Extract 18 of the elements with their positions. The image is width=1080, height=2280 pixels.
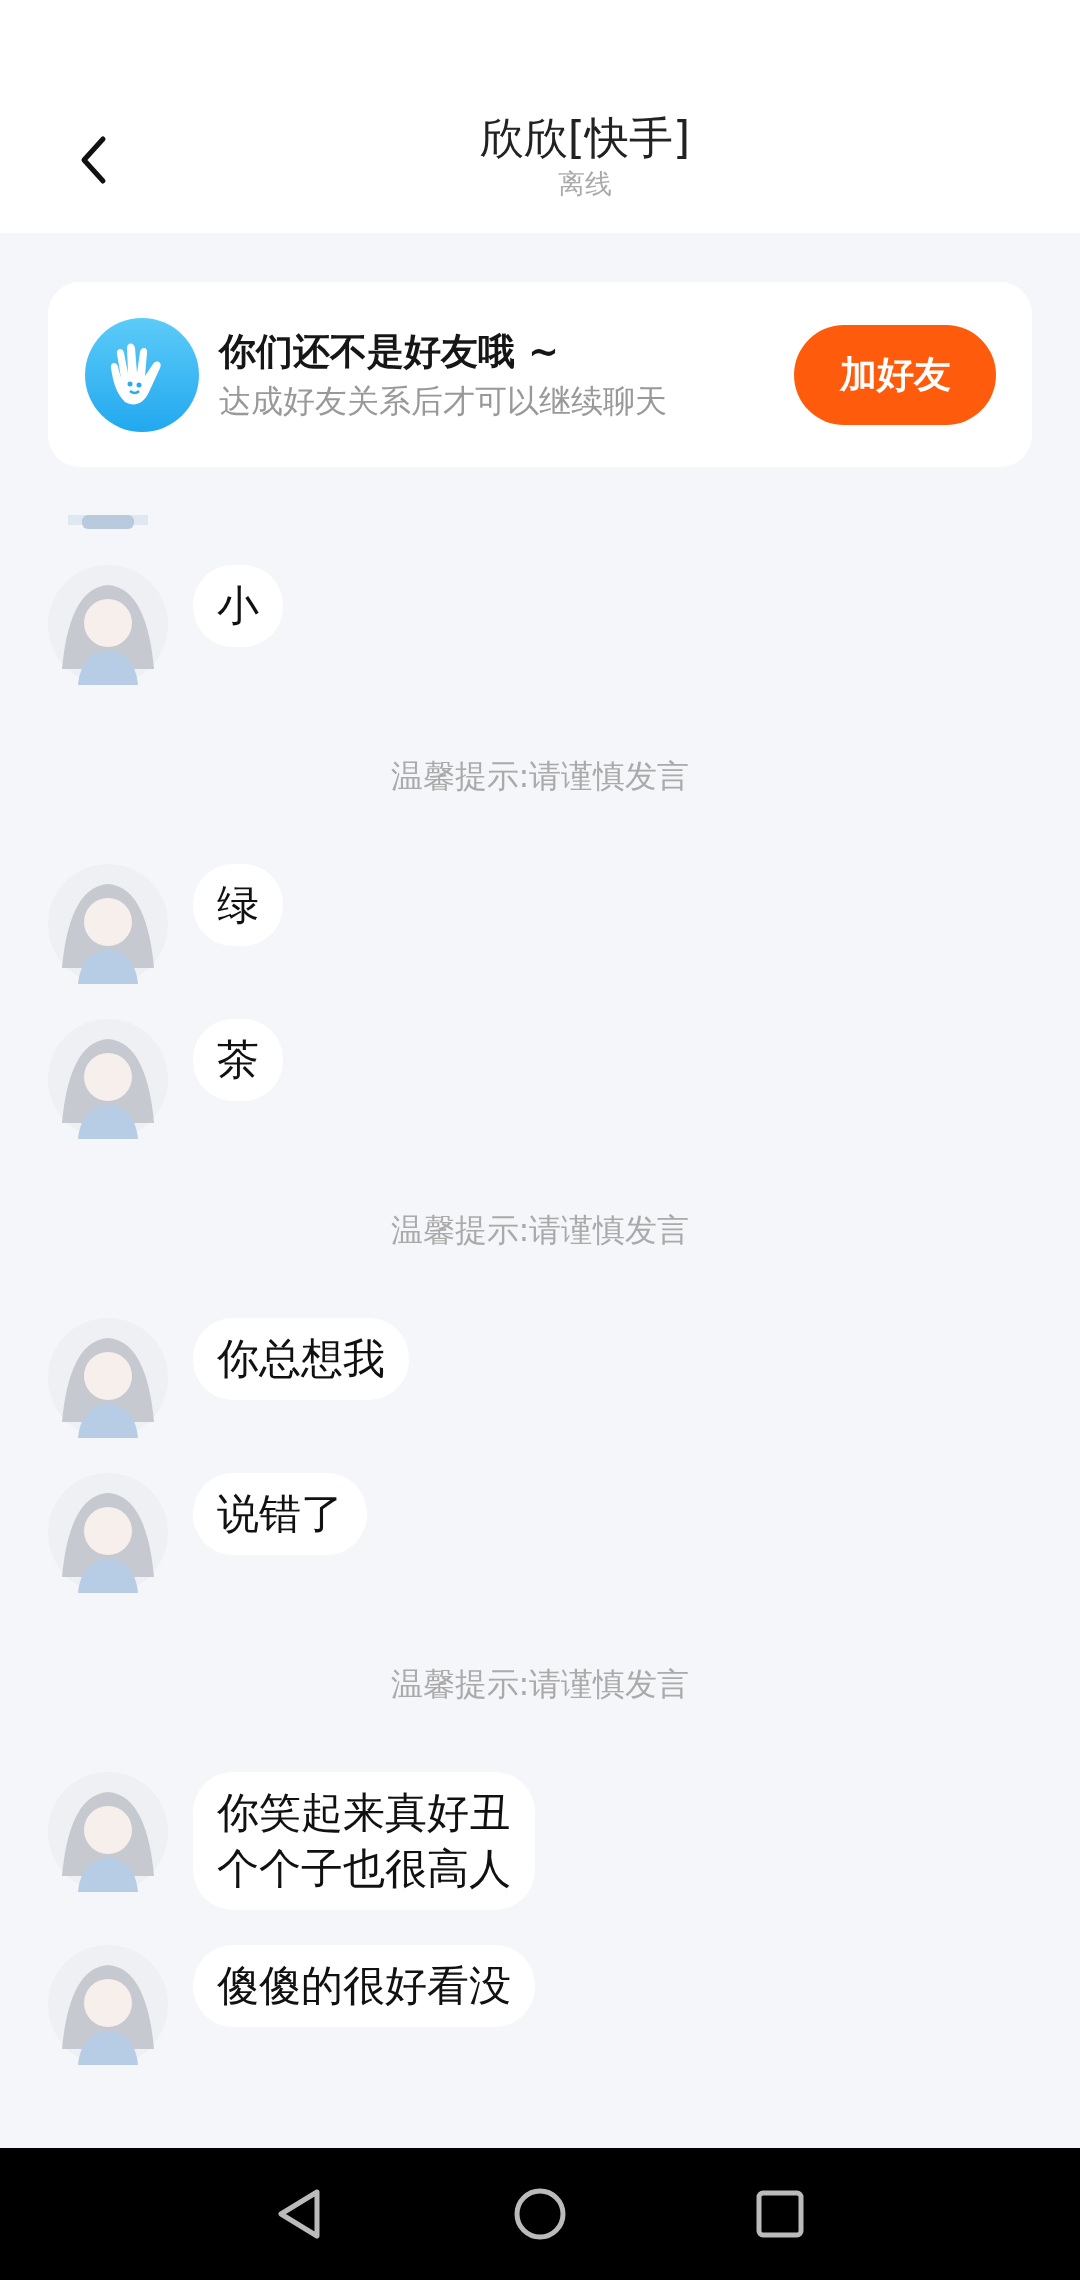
message-bubble: 你笑起来真好丑 个个子也很高人	[193, 1772, 535, 1910]
notice-text: 温馨提示:请谨慎发言	[390, 1210, 690, 1250]
message-bubble: 小	[193, 565, 283, 647]
recents-icon[interactable]	[756, 2190, 804, 2238]
message-bubble: 说错了	[193, 1473, 367, 1555]
chat-title: 欣欣[快手]	[479, 111, 691, 165]
waving-hand-icon	[85, 317, 199, 432]
message-bubble: 傻傻的很好看没	[193, 1945, 535, 2027]
notice-text: 温馨提示:请谨慎发言	[390, 1664, 690, 1704]
message-bubble: 茶	[193, 1019, 283, 1101]
notice-text: 温馨提示:请谨慎发言	[390, 756, 690, 796]
add-friend-button[interactable]: 加好友	[794, 324, 996, 425]
banner-title: 你们还不是好友哦 ~	[219, 328, 560, 375]
online-status: 离线	[558, 167, 612, 201]
message-bubble: 你总想我	[193, 1318, 409, 1400]
message-bubble: 绿	[193, 864, 283, 946]
banner-subtitle: 达成好友关系后才可以继续聊天	[219, 380, 668, 422]
home-icon[interactable]	[514, 2188, 566, 2240]
